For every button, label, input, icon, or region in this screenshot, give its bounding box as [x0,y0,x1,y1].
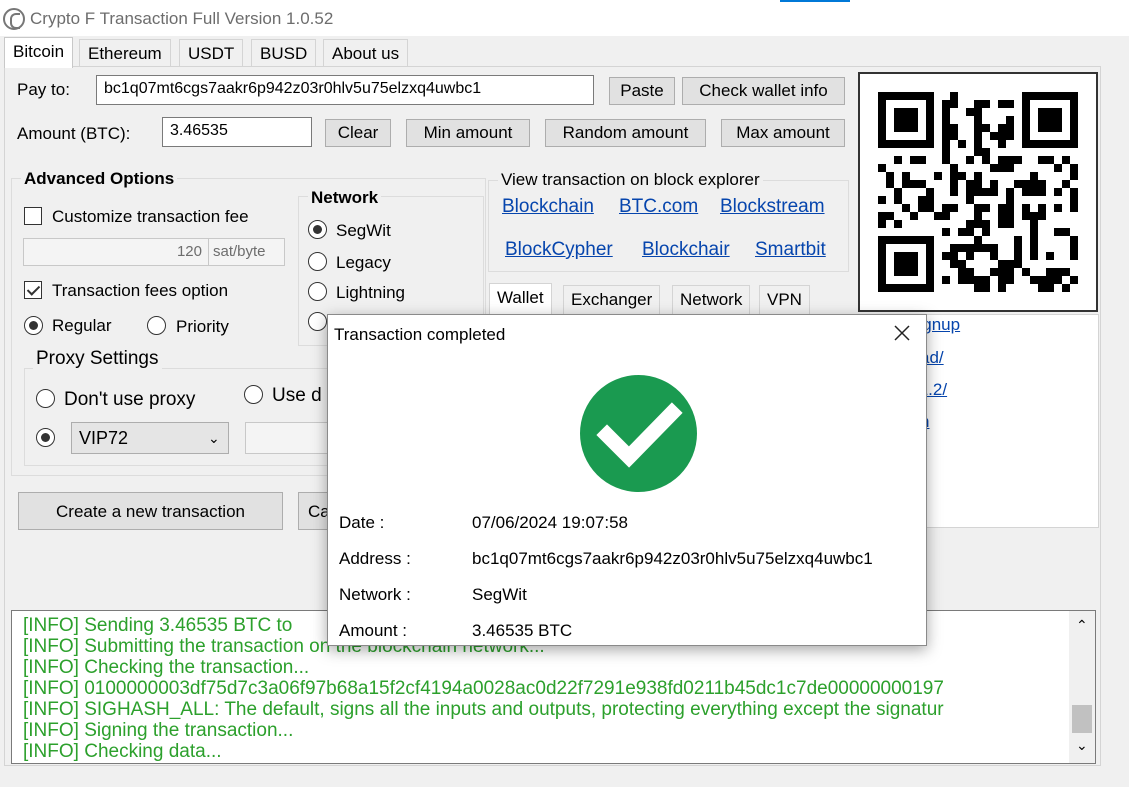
tab-busd[interactable]: BUSD [251,39,317,66]
network-segwit-label: SegWit [336,221,391,240]
clear-button[interactable]: Clear [325,119,391,147]
log-line: [INFO] Checking data... [23,741,222,762]
blockchair-link[interactable]: Blockchair [642,239,730,261]
log-line: [INFO] Checking the transaction... [23,657,310,678]
tab-bitcoin[interactable]: Bitcoin [4,37,74,68]
proxy-settings-title: Proxy Settings [33,348,162,370]
fee-value-input[interactable]: 120 [23,238,209,266]
fee-unit-label: sat/byte [208,238,285,266]
network-legacy-label: Legacy [336,253,391,272]
wallet-qr-code [858,72,1098,312]
block-explorer-title: View transaction on block explorer [498,170,763,190]
log-scrollbar[interactable]: ⌃ ⌄ [1069,611,1095,763]
title-bar: Crypto F Transaction Full Version 1.0.52 [0,0,1129,36]
transaction-fees-option-label: Transaction fees option [52,281,229,300]
tab-vpn[interactable]: VPN [759,285,810,315]
network-lightning-radio[interactable] [308,282,327,301]
amount-label: Amount (BTC): [17,124,131,143]
tab-about-us[interactable]: About us [323,39,409,66]
blockstream-link[interactable]: Blockstream [720,196,825,218]
fee-regular-label: Regular [52,316,112,335]
dialog-amount-value: 3.46535 BTC [472,621,573,640]
transaction-completed-dialog: Transaction completed Date : 07/06/2024 … [327,314,927,646]
qr-code-icon [878,92,1078,292]
log-line: [INFO] Signing the transaction... [23,720,294,741]
dialog-date-value: 07/06/2024 19:07:58 [472,513,628,532]
use-proxy-radio[interactable] [244,385,263,404]
paste-button[interactable]: Paste [609,77,675,105]
dialog-address-value: bc1q07mt6cgs7aakr6p942z03r0hlv5u75elzxq4… [472,549,873,568]
use-proxy-label: Use d [272,385,322,406]
scroll-up-icon[interactable]: ⌃ [1076,617,1088,634]
random-amount-button[interactable]: Random amount [545,119,706,147]
log-line: [INFO] 0100000003df75d7c3a06f97b68a15f2c… [23,678,944,699]
dialog-network-label: Network : [339,585,411,604]
log-line: [INFO] SIGHASH_ALL: The default, signs a… [23,699,944,720]
customize-fee-checkbox[interactable] [24,207,42,225]
log-line: [INFO] Sending 3.46535 BTC to [23,615,293,636]
proxy-address-input[interactable] [245,422,335,454]
blockchain-link[interactable]: Blockchain [502,196,594,218]
dialog-date-label: Date : [339,513,385,532]
scroll-down-icon[interactable]: ⌄ [1076,737,1088,754]
window-title: Crypto F Transaction Full Version 1.0.52 [30,9,334,28]
dialog-address-label: Address : [339,549,411,568]
network-segwit-radio[interactable] [308,220,327,239]
tab-usdt[interactable]: USDT [179,39,244,66]
tab-ethereum[interactable]: Ethereum [79,39,171,66]
tab-exchanger[interactable]: Exchanger [563,285,661,315]
tab-wallet[interactable]: Wallet [489,283,552,316]
min-amount-button[interactable]: Min amount [406,119,530,147]
btc-com-link[interactable]: BTC.com [619,196,698,218]
max-amount-button[interactable]: Max amount [721,119,845,147]
dialog-title: Transaction completed [334,325,506,344]
dont-use-proxy-radio[interactable] [36,389,55,408]
fee-regular-radio[interactable] [24,316,43,335]
blockcypher-link[interactable]: BlockCypher [505,239,613,261]
advanced-options-title: Advanced Options [21,169,178,189]
close-icon[interactable] [890,321,914,345]
create-new-transaction-button[interactable]: Create a new transaction [18,492,283,530]
check-wallet-info-button[interactable]: Check wallet info [682,77,845,105]
fee-priority-radio[interactable] [147,316,166,335]
network-group-title: Network [308,188,382,208]
dont-use-proxy-label: Don't use proxy [64,389,196,410]
network-legacy-radio[interactable] [308,252,327,271]
tab-network[interactable]: Network [672,285,751,315]
success-check-icon [580,375,697,492]
amount-input[interactable]: 3.46535 [162,117,312,147]
proxy-server-radio[interactable] [36,428,55,447]
network-lightning-label: Lightning [336,283,406,302]
dialog-network-value: SegWit [472,585,527,604]
proxy-server-value: VIP72 [79,428,129,448]
fee-priority-label: Priority [176,317,229,336]
app-logo-icon [3,8,25,30]
focus-accent-bar [780,0,850,2]
transaction-fees-option-checkbox[interactable] [24,281,42,299]
smartbit-link[interactable]: Smartbit [755,239,826,261]
dialog-amount-label: Amount : [339,621,408,640]
chevron-down-icon: ⌄ [208,430,220,446]
network-other-radio[interactable] [308,312,327,331]
customize-fee-label: Customize transaction fee [52,207,249,226]
pay-to-label: Pay to: [17,80,70,99]
proxy-server-select[interactable]: VIP72 ⌄ [71,422,229,454]
scroll-thumb[interactable] [1072,705,1092,733]
pay-to-input[interactable]: bc1q07mt6cgs7aakr6p942z03r0hlv5u75elzxq4… [96,75,594,105]
